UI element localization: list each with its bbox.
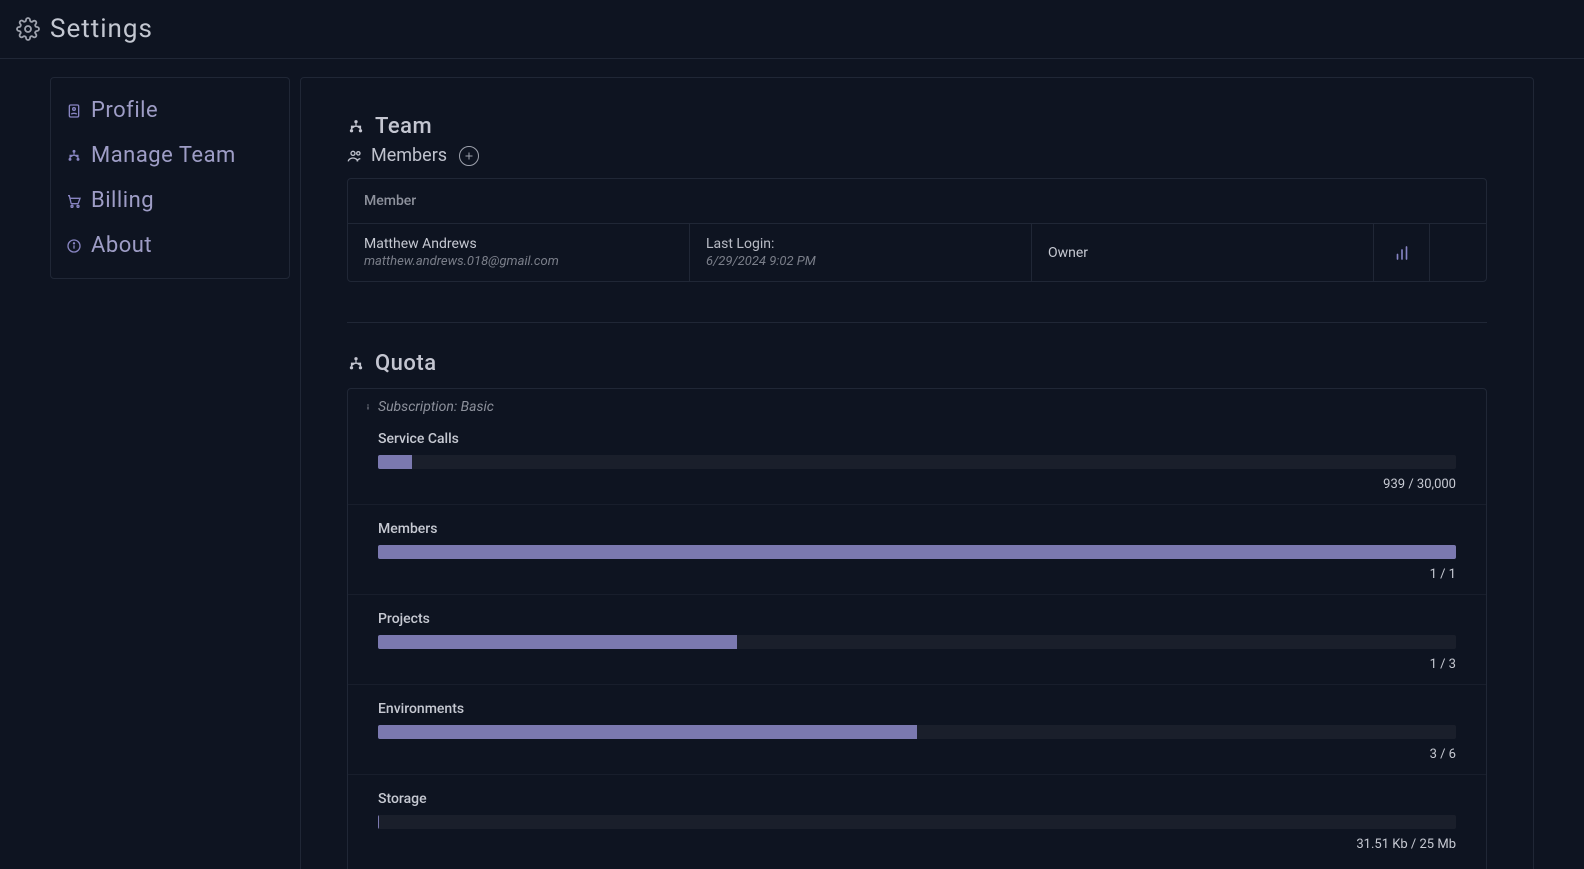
bar-chart-icon: [1393, 244, 1411, 262]
members-label: Members: [371, 145, 447, 166]
members-subtitle: Members: [347, 145, 447, 166]
quota-bar: [378, 455, 1456, 469]
info-icon: [65, 237, 83, 255]
quota-item-label: Storage: [378, 791, 1456, 807]
gear-icon: [16, 17, 40, 41]
member-role-cell: Owner: [1032, 224, 1374, 281]
quota-item-value: 939 / 30,000: [378, 477, 1456, 492]
sidebar-item-manage-team[interactable]: Manage Team: [51, 133, 289, 178]
quota-item-label: Service Calls: [378, 431, 1456, 447]
org-icon: [65, 147, 83, 165]
users-icon: [347, 148, 363, 164]
main-panel: Team Members Member Matthew Andrews matt…: [300, 77, 1534, 869]
quota-section-label: Quota: [375, 351, 437, 376]
quota-box: Subscription: Basic Service Calls 939 / …: [347, 388, 1487, 869]
member-login-cell: Last Login: 6/29/2024 9:02 PM: [690, 224, 1032, 281]
quota-bar-fill: [378, 545, 1456, 559]
members-table: Member Matthew Andrews matthew.andrews.0…: [347, 178, 1487, 282]
member-name: Matthew Andrews: [364, 236, 673, 252]
sidebar-item-label: Billing: [91, 188, 154, 213]
quota-item-value: 3 / 6: [378, 747, 1456, 762]
quota-item: Service Calls 939 / 30,000: [348, 415, 1486, 505]
quota-item-value: 1 / 1: [378, 567, 1456, 582]
subscription-label-row: Subscription: Basic: [348, 395, 1486, 415]
sidebar-item-label: About: [91, 233, 152, 258]
sidebar-item-about[interactable]: About: [51, 223, 289, 268]
page-header: Settings: [0, 0, 1584, 59]
quota-item: Storage 31.51 Kb / 25 Mb: [348, 775, 1486, 864]
member-stats-button[interactable]: [1374, 224, 1430, 281]
quota-bar-fill: [378, 635, 737, 649]
quota-item-label: Projects: [378, 611, 1456, 627]
quota-item: Environments 3 / 6: [348, 685, 1486, 775]
quota-bar-fill: [378, 815, 379, 829]
org-icon: [347, 355, 365, 373]
team-section-label: Team: [375, 114, 432, 139]
sidebar-item-profile[interactable]: Profile: [51, 88, 289, 133]
section-divider: [347, 322, 1487, 323]
sidebar-item-billing[interactable]: Billing: [51, 178, 289, 223]
cart-icon: [65, 192, 83, 210]
subscription-label: Subscription: Basic: [378, 399, 494, 415]
quota-item: Projects 1 / 3: [348, 595, 1486, 685]
info-small-icon: [364, 401, 372, 413]
member-actions-cell[interactable]: [1430, 224, 1486, 281]
page-title: Settings: [50, 14, 153, 44]
team-section-title: Team: [347, 114, 1487, 139]
quota-item-value: 31.51 Kb / 25 Mb: [378, 837, 1456, 852]
add-member-button[interactable]: [459, 146, 479, 166]
quota-item-label: Members: [378, 521, 1456, 537]
last-login-label: Last Login:: [706, 236, 1015, 252]
quota-bar-fill: [378, 455, 412, 469]
members-table-header: Member: [348, 179, 1486, 224]
quota-bar-fill: [378, 725, 917, 739]
quota-bar: [378, 725, 1456, 739]
quota-item: Members 1 / 1: [348, 505, 1486, 595]
quota-item-value: 1 / 3: [378, 657, 1456, 672]
quota-bar: [378, 545, 1456, 559]
member-role: Owner: [1048, 245, 1357, 261]
member-identity-cell: Matthew Andrews matthew.andrews.018@gmai…: [348, 224, 690, 281]
last-login-value: 6/29/2024 9:02 PM: [706, 254, 1015, 269]
id-card-icon: [65, 102, 83, 120]
org-icon: [347, 118, 365, 136]
member-email: matthew.andrews.018@gmail.com: [364, 254, 673, 269]
quota-bar: [378, 635, 1456, 649]
quota-section-title: Quota: [347, 351, 1487, 376]
member-row: Matthew Andrews matthew.andrews.018@gmai…: [348, 224, 1486, 281]
quota-item-label: Environments: [378, 701, 1456, 717]
sidebar-item-label: Profile: [91, 98, 158, 123]
settings-sidebar: Profile Manage Team Billing About: [50, 77, 290, 279]
sidebar-item-label: Manage Team: [91, 143, 236, 168]
quota-bar: [378, 815, 1456, 829]
